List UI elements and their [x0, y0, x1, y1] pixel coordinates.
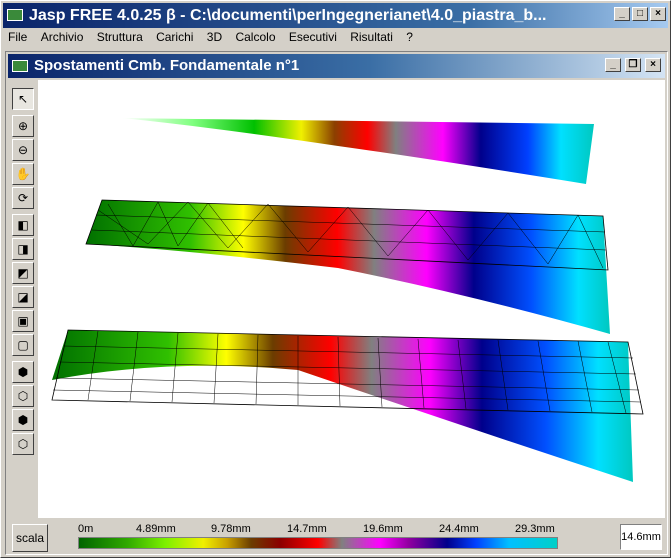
menu-calcolo[interactable]: Calcolo [230, 28, 280, 46]
scale-button[interactable]: scala [12, 524, 48, 552]
view-front-icon[interactable]: ◧ [12, 214, 34, 236]
app-titlebar[interactable]: Jasp FREE 4.0.25 β - C:\documenti\perIng… [3, 3, 668, 28]
view-top-icon[interactable]: ▣ [12, 310, 34, 332]
view-bottom-icon[interactable]: ▢ [12, 334, 34, 356]
middle-plate-deformed [86, 200, 610, 334]
view-back-icon[interactable]: ◨ [12, 238, 34, 260]
child-icon [12, 60, 28, 72]
legend-tick: 19.6mm [363, 523, 403, 535]
color-legend-bar [78, 537, 558, 549]
menu-risultati[interactable]: Risultati [345, 28, 398, 46]
menu-esecutivi[interactable]: Esecutivi [284, 28, 342, 46]
view-iso1-icon[interactable]: ⬢ [12, 361, 34, 383]
legend-tick: 29.3mm [515, 523, 555, 535]
app-window: Jasp FREE 4.0.25 β - C:\documenti\perIng… [0, 0, 671, 558]
menu-3d[interactable]: 3D [202, 28, 227, 46]
child-window: Spostamenti Cmb. Fondamentale n°1 _ ❐ × … [5, 51, 668, 555]
top-plate [122, 118, 594, 184]
menu-file[interactable]: File [3, 28, 32, 46]
child-title: Spostamenti Cmb. Fondamentale n°1 [34, 57, 300, 74]
zoom-out-icon[interactable]: ⊖ [12, 139, 34, 161]
minimize-button[interactable]: _ [614, 7, 630, 21]
view-iso2-icon[interactable]: ⬡ [12, 385, 34, 407]
view-right-icon[interactable]: ◪ [12, 286, 34, 308]
child-restore-button[interactable]: ❐ [625, 58, 641, 72]
legend-panel: scala 0m 4.89mm 9.78mm 14.7mm 19.6mm 24.… [8, 520, 665, 554]
menu-bar: File Archivio Struttura Carichi 3D Calco… [3, 28, 668, 47]
lower-plate-deformed [52, 330, 633, 482]
view-left-icon[interactable]: ◩ [12, 262, 34, 284]
child-close-button[interactable]: × [645, 58, 661, 72]
legend-tick: 24.4mm [439, 523, 479, 535]
menu-help[interactable]: ? [401, 28, 418, 46]
menu-struttura[interactable]: Struttura [92, 28, 148, 46]
legend-ticks: 0m 4.89mm 9.78mm 14.7mm 19.6mm 24.4mm 29… [72, 523, 562, 536]
pan-hand-icon[interactable]: ✋ [12, 163, 34, 185]
child-titlebar[interactable]: Spostamenti Cmb. Fondamentale n°1 _ ❐ × [8, 54, 665, 78]
legend-tick: 0m [78, 523, 94, 535]
model-viewport[interactable] [38, 80, 665, 518]
legend-tick: 14.7mm [287, 523, 327, 535]
close-button[interactable]: × [650, 7, 666, 21]
displacement-plot [51, 118, 644, 482]
legend-tick: 4.89mm [136, 523, 176, 535]
view-toolbar: ↖ ⊕ ⊖ ✋ ⟳ ◧ ◨ ◩ ◪ ▣ ▢ ⬢ ⬡ ⬢ ⬡ [8, 80, 38, 480]
app-icon [7, 9, 23, 21]
legend-value-box: 14.6mm [620, 524, 662, 550]
view-iso3-icon[interactable]: ⬢ [12, 409, 34, 431]
zoom-in-icon[interactable]: ⊕ [12, 115, 34, 137]
rotate-icon[interactable]: ⟳ [12, 187, 34, 209]
child-minimize-button[interactable]: _ [605, 58, 621, 72]
legend-tick: 9.78mm [211, 523, 251, 535]
app-title: Jasp FREE 4.0.25 β - C:\documenti\perIng… [29, 7, 547, 24]
pointer-icon[interactable]: ↖ [12, 88, 34, 110]
view-iso4-icon[interactable]: ⬡ [12, 433, 34, 455]
maximize-button[interactable]: □ [632, 7, 648, 21]
menu-archivio[interactable]: Archivio [36, 28, 89, 46]
menu-carichi[interactable]: Carichi [151, 28, 198, 46]
